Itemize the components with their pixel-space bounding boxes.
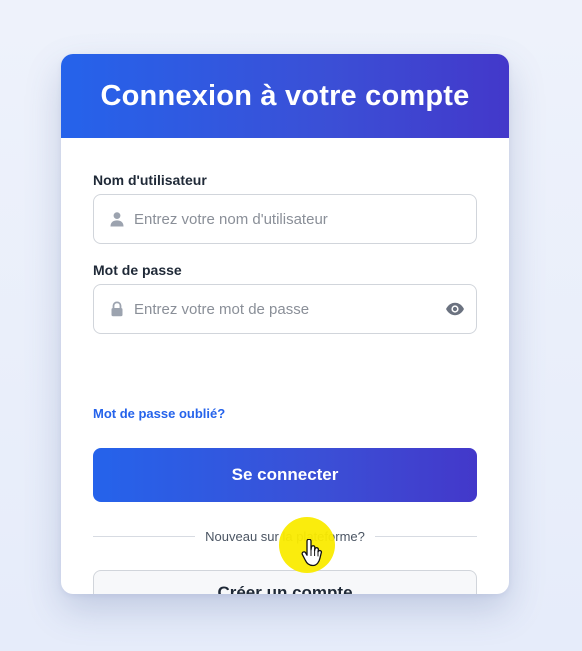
login-card: Connexion à votre compte Nom d'utilisate… <box>61 54 509 594</box>
username-field[interactable] <box>93 194 477 244</box>
divider-line-right <box>374 535 478 537</box>
divider: Nouveau sur la plateforme? <box>93 528 478 544</box>
username-input[interactable] <box>134 199 476 239</box>
username-label: Nom d'utilisateur <box>93 172 207 188</box>
divider-text: Nouveau sur la plateforme? <box>205 528 365 544</box>
forgot-password-link[interactable]: Mot de passe oublié? <box>93 406 225 421</box>
password-input[interactable] <box>134 289 444 329</box>
divider-line-left <box>93 535 196 537</box>
card-header: Connexion à votre compte <box>61 54 509 138</box>
login-button[interactable]: Se connecter <box>93 448 477 502</box>
page-title: Connexion à votre compte <box>100 79 470 112</box>
password-field[interactable] <box>93 284 477 334</box>
create-account-button[interactable]: Créer un compte <box>93 570 477 594</box>
lock-icon <box>109 301 125 317</box>
eye-icon[interactable] <box>444 298 466 320</box>
password-label: Mot de passe <box>93 262 182 278</box>
user-icon <box>109 211 125 227</box>
